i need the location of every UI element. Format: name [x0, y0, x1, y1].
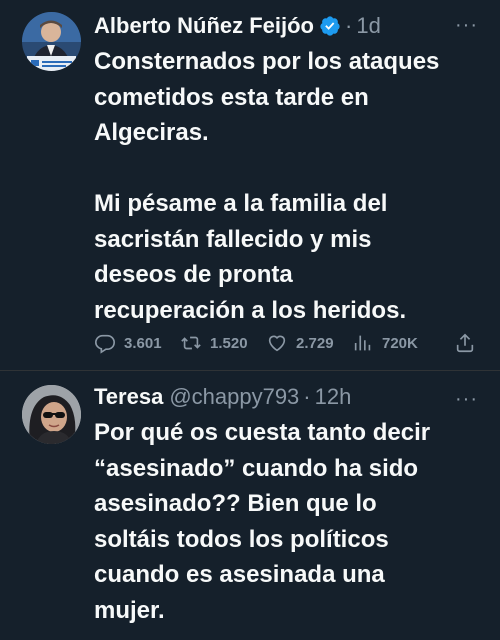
author-name[interactable]: Teresa: [94, 384, 163, 410]
reply-button[interactable]: 3.601: [94, 332, 180, 354]
tweet-header: Alberto Núñez Feijóo · 1d: [94, 12, 381, 40]
tweet-text: Por qué os cuesta tanto decir “asesinado…: [94, 419, 431, 624]
retweet-button[interactable]: 1.520: [180, 332, 266, 354]
more-options-icon[interactable]: ···: [455, 14, 478, 37]
like-count: 2.729: [296, 334, 334, 352]
avatar[interactable]: [22, 385, 81, 444]
timestamp[interactable]: 12h: [315, 384, 352, 410]
more-options-icon[interactable]: ···: [455, 388, 478, 411]
tweet-header: Teresa @chappy793 · 12h: [94, 383, 351, 411]
avatar[interactable]: [22, 12, 81, 71]
tweet-divider: [0, 370, 500, 371]
share-icon: [456, 333, 474, 353]
views-button[interactable]: 720K: [352, 332, 438, 354]
separator-dot: ·: [345, 13, 353, 38]
author-name[interactable]: Alberto Núñez Feijóo: [94, 13, 314, 39]
tweet[interactable]: Alberto Núñez Feijóo · 1d ··· Consternad…: [0, 0, 500, 370]
author-handle[interactable]: @chappy793: [169, 384, 299, 410]
share-button[interactable]: [454, 332, 476, 354]
verified-badge-icon: [319, 15, 341, 37]
tweet-actions: 3.601 1.520 2.729 720K: [94, 328, 484, 358]
heart-icon: [268, 335, 286, 352]
reply-count: 3.601: [124, 334, 162, 352]
tweet[interactable]: Teresa @chappy793 · 12h ··· Por qué os c…: [0, 372, 500, 640]
reply-icon: [95, 334, 115, 354]
retweet-icon: [181, 336, 201, 350]
like-button[interactable]: 2.729: [266, 332, 352, 354]
views-chart-icon: [354, 335, 371, 351]
timestamp[interactable]: 1d: [356, 13, 380, 39]
separator-dot: ·: [303, 384, 311, 409]
tweet-text: Consternados por los ataques cometidos e…: [94, 48, 440, 324]
retweet-count: 1.520: [210, 334, 248, 352]
views-count: 720K: [382, 334, 418, 352]
